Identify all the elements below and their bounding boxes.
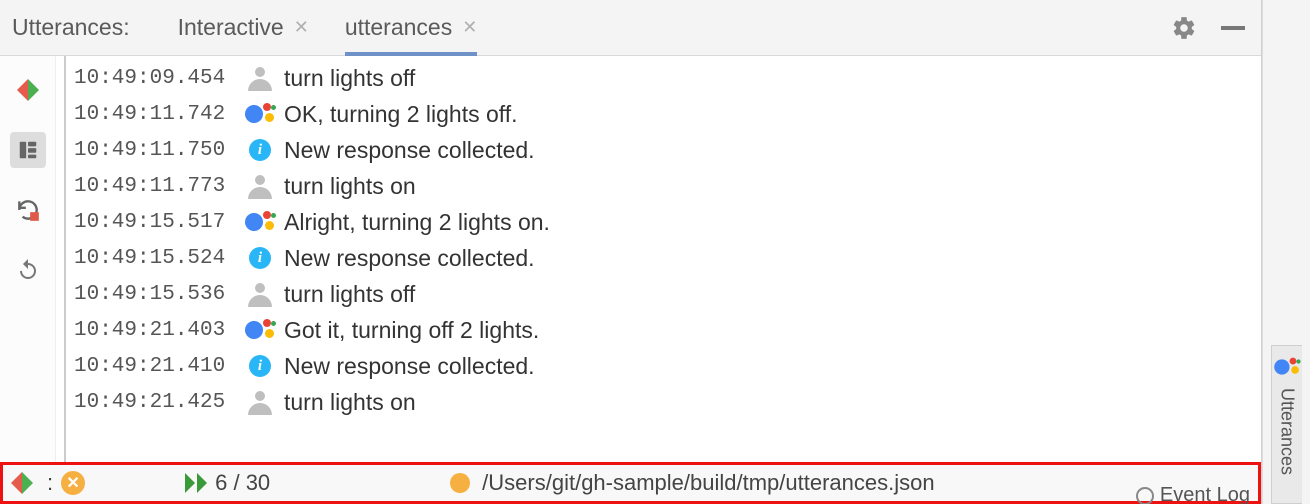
log-row: 10:49:21.425 turn lights on <box>66 384 1261 420</box>
timestamp: 10:49:11.750 <box>74 139 242 162</box>
cancel-icon[interactable]: ✕ <box>61 471 85 495</box>
timestamp: 10:49:11.773 <box>74 175 242 198</box>
timestamp: 10:49:15.524 <box>74 247 242 270</box>
log-row: 10:49:11.750 i New response collected. <box>66 132 1261 168</box>
user-icon <box>248 390 272 414</box>
panel-title: Utterances: <box>12 14 130 41</box>
tab-label: Interactive <box>178 14 284 41</box>
assistant-icon <box>1274 356 1300 378</box>
log-view[interactable]: 10:49:09.454 turn lights off 10:49:11.742 O… <box>64 56 1261 462</box>
layout-button[interactable] <box>10 132 46 168</box>
log-message: New response collected. <box>284 245 535 272</box>
run-arrows-icon[interactable] <box>11 472 33 494</box>
gear-icon[interactable] <box>1171 15 1197 41</box>
progress-counter: 6 / 30 <box>215 470 270 496</box>
separator: : <box>47 470 53 496</box>
tab-label: utterances <box>345 14 452 41</box>
tab-interactive[interactable]: Interactive ✕ <box>178 0 309 55</box>
info-icon: i <box>249 139 271 161</box>
status-dot-icon <box>450 473 470 493</box>
run-button[interactable] <box>10 72 46 108</box>
run-arrows-icon <box>17 79 39 101</box>
right-gutter: Utterances <box>1262 0 1310 504</box>
minimize-icon[interactable] <box>1221 26 1245 30</box>
user-icon <box>248 282 272 306</box>
side-tab-label: Utterances <box>1277 388 1298 475</box>
user-icon <box>248 66 272 90</box>
refresh-button[interactable] <box>10 192 46 228</box>
assistant-icon <box>245 209 275 235</box>
left-toolbar <box>0 56 56 462</box>
undo-button[interactable] <box>10 252 46 288</box>
fast-forward-icon[interactable] <box>185 473 207 493</box>
log-row: 10:49:11.773 turn lights on <box>66 168 1261 204</box>
log-row: 10:49:21.403 Got it, turning off 2 lights… <box>66 312 1261 348</box>
log-message: New response collected. <box>284 137 535 164</box>
log-message: turn lights off <box>284 65 415 92</box>
log-row: 10:49:15.517 Alright, turning 2 lights on… <box>66 204 1261 240</box>
layout-icon <box>17 139 39 161</box>
timestamp: 10:49:21.425 <box>74 391 242 414</box>
log-message: turn lights on <box>284 173 416 200</box>
log-row: 10:49:09.454 turn lights off <box>66 60 1261 96</box>
close-icon[interactable]: ✕ <box>294 17 309 38</box>
event-log-icon <box>1136 487 1154 504</box>
info-icon: i <box>249 247 271 269</box>
tab-utterances[interactable]: utterances ✕ <box>345 0 478 55</box>
refresh-stop-icon <box>15 197 41 223</box>
timestamp: 10:49:09.454 <box>74 67 242 90</box>
info-icon: i <box>249 355 271 377</box>
log-message: New response collected. <box>284 353 535 380</box>
log-message: Alright, turning 2 lights on. <box>284 209 550 236</box>
log-message: Got it, turning off 2 lights. <box>284 317 539 344</box>
event-log-label: Event Log <box>1160 484 1250 504</box>
log-row: 10:49:11.742 OK, turning 2 lights off. <box>66 96 1261 132</box>
log-message: OK, turning 2 lights off. <box>284 101 518 128</box>
side-tab-utterances[interactable]: Utterances <box>1271 345 1302 504</box>
timestamp: 10:49:15.536 <box>74 283 242 306</box>
log-row: 10:49:21.410 i New response collected. <box>66 348 1261 384</box>
assistant-icon <box>245 317 275 343</box>
event-log-link[interactable]: Event Log <box>1136 484 1250 504</box>
timestamp: 10:49:11.742 <box>74 103 242 126</box>
status-bar: : ✕ 6 / 30 /Users/git/gh-sample/build/tm… <box>0 462 1261 504</box>
file-path: /Users/git/gh-sample/build/tmp/utterance… <box>482 470 934 496</box>
assistant-icon <box>245 101 275 127</box>
close-icon[interactable]: ✕ <box>462 17 477 38</box>
log-message: turn lights on <box>284 389 416 416</box>
timestamp: 10:49:21.410 <box>74 355 242 378</box>
timestamp: 10:49:15.517 <box>74 211 242 234</box>
log-row: 10:49:15.524 i New response collected. <box>66 240 1261 276</box>
log-row: 10:49:15.536 turn lights off <box>66 276 1261 312</box>
timestamp: 10:49:21.403 <box>74 319 242 342</box>
panel-header: Utterances: Interactive ✕ utterances ✕ <box>0 0 1261 56</box>
user-icon <box>248 174 272 198</box>
undo-icon <box>16 258 40 282</box>
log-message: turn lights off <box>284 281 415 308</box>
